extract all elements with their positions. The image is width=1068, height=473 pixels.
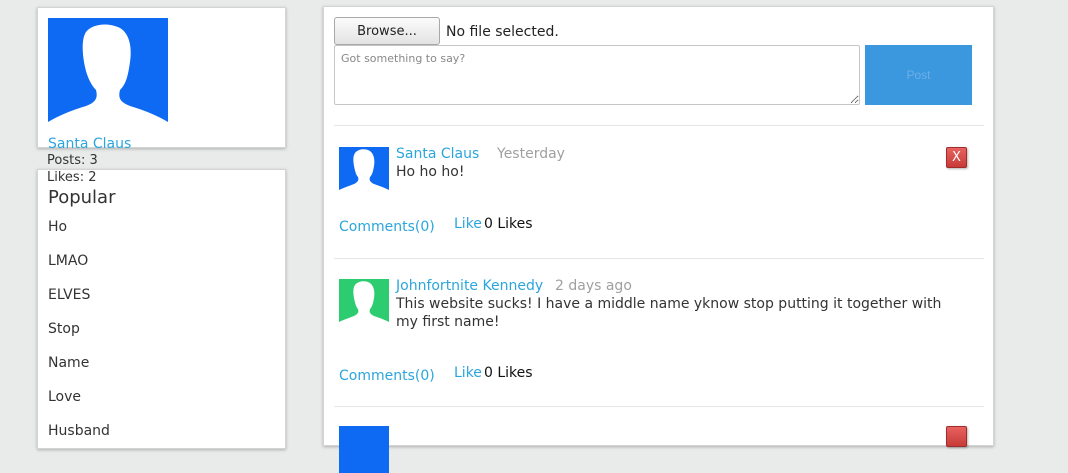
likes-count: Likes: 2 <box>47 170 97 185</box>
delete-button[interactable] <box>946 426 967 447</box>
popular-card: Popular Ho LMAO ELVES Stop Name Love Hus… <box>37 169 286 449</box>
avatar[interactable] <box>48 18 168 132</box>
post-avatar[interactable] <box>339 279 389 326</box>
popular-item[interactable]: Name <box>48 355 110 389</box>
user-silhouette-icon <box>48 18 168 132</box>
popular-list: Ho LMAO ELVES Stop Name Love Husband <box>48 219 110 457</box>
post-text: Ho ho ho! <box>396 164 465 180</box>
divider <box>334 125 984 126</box>
post-avatar[interactable] <box>339 426 389 473</box>
profile-name[interactable]: Santa Claus <box>48 136 131 152</box>
popular-item[interactable]: Husband <box>48 423 110 457</box>
post-author[interactable]: Johnfortnite Kennedy <box>396 278 543 294</box>
divider <box>334 406 984 407</box>
like-link[interactable]: Like <box>454 216 482 232</box>
divider <box>334 258 984 259</box>
post-time: Yesterday <box>497 146 565 162</box>
like-link[interactable]: Like <box>454 365 482 381</box>
post-text: This website sucks! I have a middle name… <box>396 296 942 330</box>
likes-count: 0 Likes <box>484 365 533 381</box>
user-silhouette-icon <box>339 147 389 194</box>
post-time: 2 days ago <box>555 278 632 294</box>
popular-item[interactable]: Love <box>48 389 110 423</box>
delete-button[interactable]: X <box>946 147 967 168</box>
post-input[interactable] <box>334 45 860 105</box>
post-button[interactable]: Post <box>865 45 972 105</box>
comments-link[interactable]: Comments(0) <box>339 219 435 235</box>
popular-item[interactable]: ELVES <box>48 287 110 321</box>
comments-link[interactable]: Comments(0) <box>339 368 435 384</box>
post-author[interactable]: Santa Claus <box>396 146 479 162</box>
popular-item[interactable]: Ho <box>48 219 110 253</box>
popular-item[interactable]: Stop <box>48 321 110 355</box>
profile-card: Santa Claus <box>37 7 286 152</box>
post-avatar[interactable] <box>339 147 389 194</box>
popular-item[interactable]: LMAO <box>48 253 110 287</box>
file-status: No file selected. <box>446 24 559 40</box>
browse-button[interactable]: Browse... <box>334 17 440 45</box>
likes-count: 0 Likes <box>484 216 533 232</box>
feed-card: Browse... No file selected. Post Santa C… <box>323 6 994 473</box>
posts-count: Posts: 3 <box>47 153 98 168</box>
popular-title: Popular <box>48 187 116 208</box>
user-silhouette-icon <box>339 279 389 326</box>
